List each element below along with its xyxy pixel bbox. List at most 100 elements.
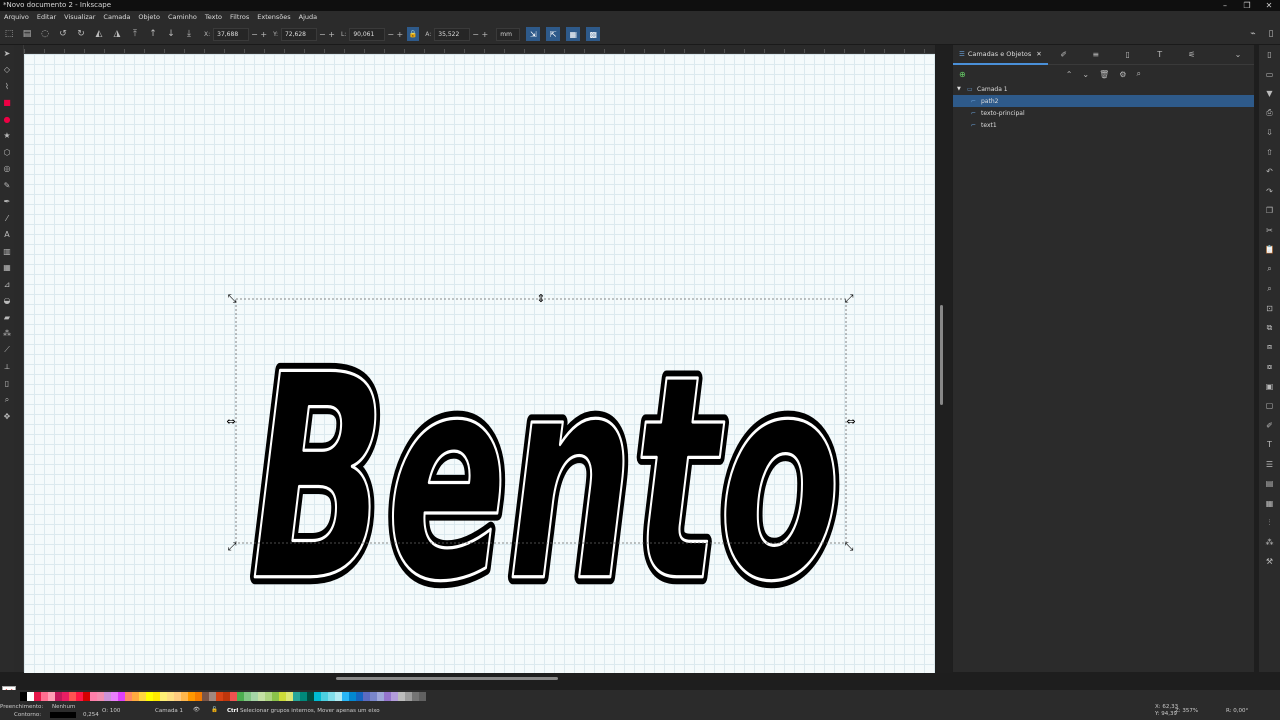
menu-caminho[interactable]: Caminho — [164, 11, 201, 24]
scale-handle-e[interactable]: ⇔ — [846, 415, 855, 428]
tab-layers-objects[interactable]: ☰ Camadas e Objetos ✕ — [953, 45, 1048, 65]
undo-icon[interactable]: ↶ — [1259, 162, 1280, 182]
layer-row-camada-1[interactable]: ▼ ▭ Camada 1 — [953, 83, 1254, 95]
palette-swatch[interactable] — [286, 692, 293, 701]
close-icon[interactable]: ✕ — [1258, 0, 1280, 11]
y-input[interactable]: 72,628 — [280, 27, 317, 41]
palette-swatch[interactable] — [118, 692, 125, 701]
palette-swatch[interactable] — [370, 692, 377, 701]
lock-proportions-icon[interactable]: 🔒 — [407, 27, 420, 41]
palette-swatch[interactable] — [384, 692, 391, 701]
move-down-icon[interactable]: ⌄ — [1082, 70, 1089, 79]
palette-swatch[interactable] — [265, 692, 272, 701]
menu-filtros[interactable]: Filtros — [226, 11, 253, 24]
ellipse-tool-icon[interactable]: ● — [0, 111, 14, 128]
star-tool-icon[interactable]: ★ — [0, 128, 14, 145]
text-tool-icon[interactable]: A — [0, 227, 14, 244]
zoom-selection-icon[interactable]: ⌕ — [1259, 260, 1280, 280]
3d-box-tool-icon[interactable]: ⬡ — [0, 144, 14, 161]
align-icon[interactable]: ≡ — [1080, 50, 1112, 59]
selector-tool-icon[interactable]: ➤ — [0, 45, 14, 62]
move-patterns-icon[interactable]: ▩ — [586, 27, 601, 41]
current-layer[interactable]: Camada 1 — [155, 708, 183, 714]
palette-swatch[interactable] — [34, 692, 41, 701]
width-stepper-icon[interactable]: − + — [387, 30, 403, 39]
export-icon[interactable]: ⇧ — [1259, 143, 1280, 163]
palette-swatch[interactable] — [230, 692, 237, 701]
unit-select[interactable]: mm — [496, 27, 521, 41]
move-gradients-icon[interactable]: ▦ — [566, 27, 581, 41]
spray-tool-icon[interactable]: ⁂ — [0, 326, 14, 343]
paste-icon[interactable]: 📋 — [1259, 240, 1280, 260]
zoom-drawing-icon[interactable]: ⌕ — [1259, 279, 1280, 299]
zoom-level[interactable]: Z: 357% — [1175, 708, 1198, 714]
eraser-tool-icon[interactable]: ▰ — [0, 309, 14, 326]
text-font-icon[interactable]: T — [1144, 50, 1176, 59]
cut-icon[interactable]: ✂ — [1259, 221, 1280, 241]
xml-dialog-icon[interactable]: ▤ — [1259, 474, 1280, 494]
palette-swatch[interactable] — [251, 692, 258, 701]
menu-camada[interactable]: Camada — [99, 11, 134, 24]
palette-swatch[interactable] — [237, 692, 244, 701]
palette-swatch[interactable] — [279, 692, 286, 701]
zoom-tool-icon[interactable]: ⌕ — [0, 392, 14, 409]
paint-bucket-tool-icon[interactable]: ◒ — [0, 293, 14, 310]
scale-stroke-icon[interactable]: ⇲ — [526, 27, 541, 41]
settings-gear-icon[interactable]: ⚙ — [1119, 70, 1126, 79]
palette-swatch[interactable] — [174, 692, 181, 701]
scale-handle-se[interactable]: ⤡ — [845, 540, 854, 553]
snap-icon[interactable]: ⌁ — [1244, 25, 1262, 43]
palette-swatch[interactable] — [412, 692, 419, 701]
object-row-text1[interactable]: ⌐ text1 — [953, 119, 1254, 131]
palette-swatch[interactable] — [83, 692, 90, 701]
x-input[interactable]: 37,688 — [213, 27, 250, 41]
layers-dialog-icon[interactable]: ☰ — [1259, 455, 1280, 475]
horizontal-scroll-thumb[interactable] — [336, 677, 558, 680]
stroke-swatch[interactable] — [50, 712, 76, 718]
palette-swatch[interactable] — [188, 692, 195, 701]
palette-swatch[interactable] — [97, 692, 104, 701]
palette-swatch[interactable] — [363, 692, 370, 701]
opacity-field[interactable]: O: 100 — [102, 708, 120, 714]
vertical-scroll-thumb[interactable] — [940, 305, 943, 405]
palette-swatch[interactable] — [321, 692, 328, 701]
zoom-page-icon[interactable]: ⊡ — [1259, 299, 1280, 319]
palette-swatch[interactable] — [335, 692, 342, 701]
drawing-canvas[interactable]: Bento Bento ⤡ ⇕ ⤢ ⇔ ⇔ ⤢ ⇕ ⤡ — [24, 54, 935, 673]
palette-swatch[interactable] — [69, 692, 76, 701]
palette-swatch[interactable] — [125, 692, 132, 701]
pages-tool-icon[interactable]: ▯ — [0, 375, 14, 392]
opacity-value[interactable]: 100 — [110, 708, 121, 714]
width-input[interactable]: 90,061 — [349, 27, 386, 41]
align-dialog-icon[interactable]: ⫶ — [1259, 513, 1280, 533]
open-icon[interactable]: ▭ — [1259, 65, 1280, 85]
flip-vertical-icon[interactable]: ◮ — [108, 25, 126, 43]
minimize-icon[interactable]: – — [1214, 0, 1236, 11]
palette-swatch[interactable] — [20, 692, 27, 701]
dock-menu-chevron-icon[interactable]: ⌄ — [1222, 50, 1254, 59]
palette-swatch[interactable] — [202, 692, 209, 701]
palette-swatch[interactable] — [181, 692, 188, 701]
vertical-ruler[interactable] — [14, 45, 24, 672]
palette-swatch[interactable] — [398, 692, 405, 701]
palette-swatch[interactable] — [223, 692, 230, 701]
rect-tool-icon[interactable]: ■ — [0, 95, 14, 112]
duplicate-icon[interactable]: ⧉ — [1259, 318, 1280, 338]
palette-swatch[interactable] — [90, 692, 97, 701]
text-dialog-icon[interactable]: T — [1259, 435, 1280, 455]
palette-swatch[interactable] — [62, 692, 69, 701]
palette-swatch[interactable] — [349, 692, 356, 701]
fill-value[interactable]: Nenhum — [52, 704, 75, 710]
palette-swatch[interactable] — [104, 692, 111, 701]
palette-swatch[interactable] — [377, 692, 384, 701]
palette-swatch[interactable] — [195, 692, 202, 701]
palette-swatch[interactable] — [272, 692, 279, 701]
print-icon[interactable]: ⎙ — [1259, 104, 1280, 124]
scale-corners-icon[interactable]: ⇱ — [546, 27, 561, 41]
search-icon[interactable]: ⌕ — [1136, 69, 1140, 79]
unlink-clone-icon[interactable]: ⧇ — [1259, 357, 1280, 377]
deselect-icon[interactable]: ◌ — [36, 25, 54, 43]
lock-icon[interactable]: 🔓 — [211, 707, 218, 713]
expand-chevron-icon[interactable]: ▼ — [957, 86, 967, 92]
palette-swatch[interactable] — [139, 692, 146, 701]
